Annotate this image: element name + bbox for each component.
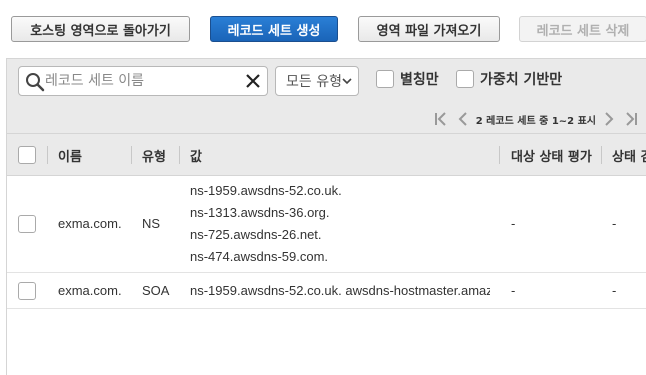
filter-bar: 모든 유형 별칭만 가중치 기반만 2 레코드 세트 중 1~2 표시	[7, 59, 646, 134]
row-checkbox[interactable]	[18, 215, 36, 233]
search-icon	[26, 73, 45, 92]
back-to-hosted-zones-button[interactable]: 호스팅 영역으로 돌아가기	[11, 16, 190, 42]
column-divider	[499, 146, 500, 164]
column-header-name[interactable]: 이름	[58, 134, 82, 176]
pagination-text: 2 레코드 세트 중 1~2 표시	[475, 115, 596, 127]
health-check-value: -	[612, 283, 617, 298]
column-header-health-check[interactable]: 상태 검	[612, 134, 646, 176]
record-type-select[interactable]: 모든 유형	[275, 66, 359, 96]
weighted-only-checkbox[interactable]	[456, 70, 474, 88]
column-header-type[interactable]: 유형	[142, 134, 166, 176]
last-page-icon[interactable]	[622, 112, 638, 126]
table-row[interactable]: exma.com. NS ns-1959.awsdns-52.co.uk. ns…	[7, 176, 646, 273]
record-value-line: ns-1959.awsdns-52.co.uk.	[190, 183, 342, 198]
record-name: exma.com.	[58, 283, 122, 298]
record-type-select-value: 모든 유형	[286, 74, 342, 90]
delete-record-set-button[interactable]: 레코드 세트 삭제	[519, 16, 646, 42]
alias-only-label: 별칭만	[400, 72, 439, 88]
alias-only-checkbox[interactable]	[376, 70, 394, 88]
record-values: ns-1959.awsdns-52.co.uk. ns-1313.awsdns-…	[190, 180, 342, 268]
column-divider	[601, 146, 602, 164]
record-value-line: ns-1313.awsdns-36.org.	[190, 205, 330, 220]
weighted-only-label: 가중치 기반만	[480, 72, 563, 88]
create-record-set-button[interactable]: 레코드 세트 생성	[210, 16, 338, 42]
record-sets-panel: 모든 유형 별칭만 가중치 기반만 2 레코드 세트 중 1~2 표시	[6, 58, 646, 375]
record-type: NS	[142, 216, 161, 231]
search-input[interactable]	[45, 67, 241, 95]
column-divider	[131, 146, 132, 164]
table-row[interactable]: exma.com. SOA ns-1959.awsdns-52.co.uk. a…	[7, 273, 646, 309]
pagination: 2 레코드 세트 중 1~2 표시	[434, 109, 638, 129]
column-divider	[47, 146, 48, 164]
alias-only-filter[interactable]: 별칭만	[376, 69, 439, 89]
search-box	[18, 66, 268, 96]
row-checkbox[interactable]	[18, 282, 36, 300]
clear-icon[interactable]	[243, 71, 263, 91]
record-value-line: ns-1959.awsdns-52.co.uk. awsdns-hostmast…	[190, 283, 490, 298]
health-check-value: -	[612, 216, 617, 231]
column-header-value[interactable]: 값	[190, 134, 202, 176]
import-zone-file-button[interactable]: 영역 파일 가져오기	[358, 16, 500, 42]
select-all-cell	[18, 134, 36, 176]
record-value-line: ns-474.awsdns-59.com.	[190, 249, 329, 264]
column-divider	[179, 146, 180, 164]
column-header-evaluate-health[interactable]: 대상 상태 평가	[511, 134, 592, 176]
toolbar: 호스팅 영역으로 돌아가기 레코드 세트 생성 영역 파일 가져오기 레코드 세…	[0, 0, 646, 58]
select-all-checkbox[interactable]	[18, 146, 36, 164]
next-page-icon[interactable]	[602, 112, 616, 126]
prev-page-icon[interactable]	[456, 112, 470, 126]
record-name: exma.com.	[58, 216, 122, 231]
weighted-only-filter[interactable]: 가중치 기반만	[456, 69, 562, 89]
record-value-line: ns-725.awsdns-26.net.	[190, 227, 322, 242]
record-type: SOA	[142, 283, 170, 298]
table-header: 이름 유형 값 대상 상태 평가 상태 검	[7, 134, 646, 176]
first-page-icon[interactable]	[434, 112, 450, 126]
chevron-down-icon	[342, 78, 352, 85]
evaluate-health-value: -	[511, 283, 516, 298]
evaluate-health-value: -	[511, 216, 516, 231]
